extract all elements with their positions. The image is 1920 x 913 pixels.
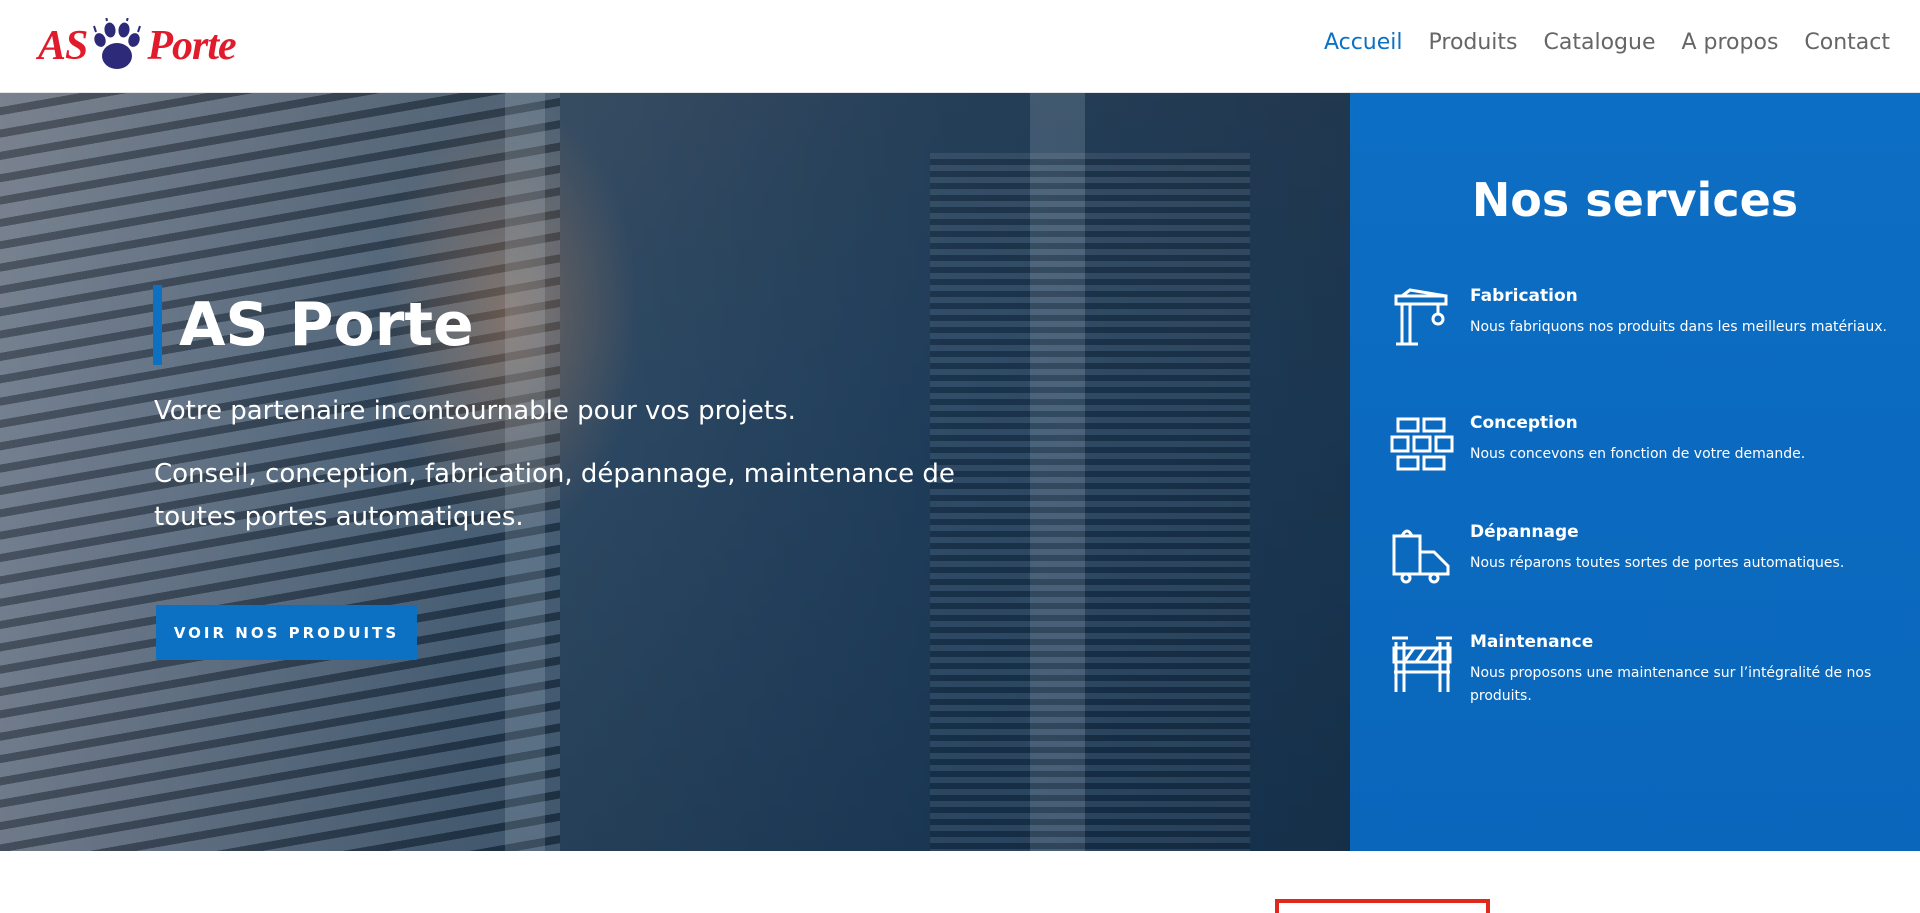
service-description: Nous concevons en fonction de votre dema… — [1470, 446, 1806, 462]
bricks-icon — [1390, 417, 1454, 471]
nav-item-accueil[interactable]: Accueil — [1324, 30, 1403, 55]
paw-icon — [93, 18, 142, 69]
truck-icon — [1392, 529, 1450, 584]
hero-section: AS Porte Votre partenaire incontournable… — [0, 93, 1350, 851]
nav-item-contact[interactable]: Contact — [1804, 30, 1890, 55]
logo-text-right: Porte — [147, 23, 236, 69]
site-header: AS Porte Accueil Produits Catalogue A pr… — [0, 0, 1920, 93]
services-panel: Nos services Fabrication Nous fabriquons… — [1350, 93, 1920, 851]
nav-item-catalogue[interactable]: Catalogue — [1544, 30, 1656, 55]
view-products-button[interactable]: VOIR NOS PRODUITS — [156, 605, 417, 660]
main-nav: Accueil Produits Catalogue A propos Cont… — [1324, 30, 1890, 55]
service-description: Nous proposons une maintenance sur l’int… — [1470, 665, 1872, 704]
service-item-depannage: Dépannage Nous réparons toutes sortes de… — [1390, 522, 1900, 592]
hero-title: AS Porte — [179, 290, 474, 360]
service-item-maintenance: Maintenance Nous proposons une maintenan… — [1390, 632, 1900, 712]
logo-text-left: AS — [38, 23, 88, 69]
crane-icon — [1394, 288, 1448, 346]
next-section-outlined-box[interactable] — [1275, 899, 1490, 913]
next-section-preview — [0, 851, 1920, 913]
service-name: Dépannage — [1470, 522, 1579, 542]
barrier-icon — [1392, 636, 1452, 692]
hero-subtitle: Votre partenaire incontournable pour vos… — [154, 396, 796, 426]
services-title: Nos services — [1471, 173, 1799, 227]
site-logo[interactable]: AS Porte — [38, 18, 237, 74]
service-item-fabrication: Fabrication Nous fabriquons nos produits… — [1390, 286, 1900, 366]
hero-background-door — [930, 153, 1250, 851]
service-name: Fabrication — [1470, 286, 1578, 306]
nav-item-a-propos[interactable]: A propos — [1681, 30, 1778, 55]
service-name: Conception — [1470, 413, 1578, 433]
hero-description: Conseil, conception, fabrication, dépann… — [154, 459, 955, 532]
service-description: Nous réparons toutes sortes de portes au… — [1470, 555, 1845, 571]
service-name: Maintenance — [1470, 632, 1594, 652]
nav-item-produits[interactable]: Produits — [1429, 30, 1518, 55]
service-description: Nous fabriquons nos produits dans les me… — [1470, 319, 1887, 335]
hero-title-block: AS Porte — [153, 285, 474, 365]
service-item-conception: Conception Nous concevons en fonction de… — [1390, 413, 1900, 483]
